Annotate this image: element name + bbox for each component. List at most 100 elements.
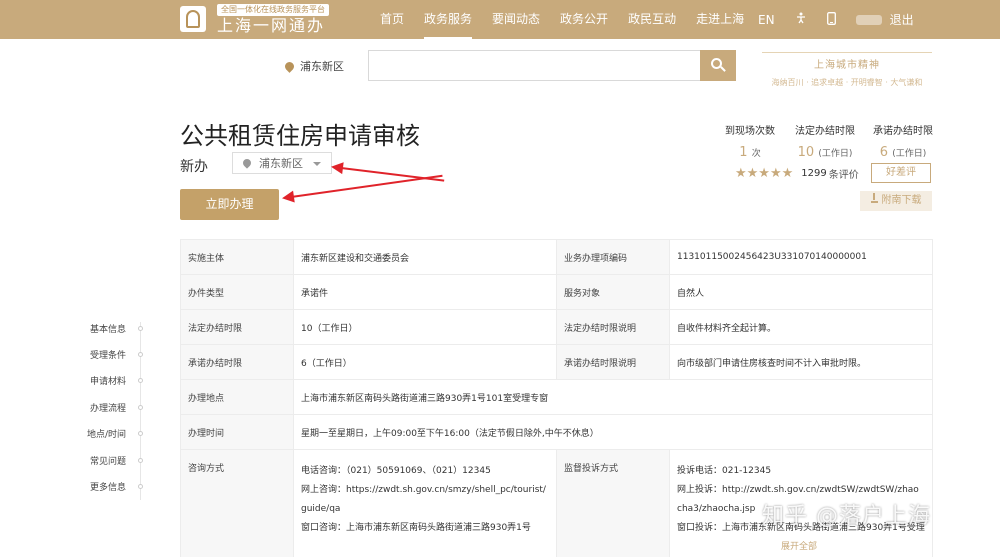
- side-nav-more-info[interactable]: 更多信息: [80, 480, 143, 493]
- service-type-label: 新办: [180, 159, 208, 175]
- table-row: 办件类型 承诺件 服务对象 自然人: [180, 274, 933, 310]
- stat-unit: (工作日): [818, 149, 853, 159]
- page-title: 公共租赁住房申请审核: [180, 122, 420, 150]
- table-row: 办理时间 星期一至星期日，上午09:00至下午16:00（法定节假日除外,中午不…: [180, 414, 933, 450]
- table-value: 10（工作日）: [293, 309, 557, 345]
- chevron-down-icon: [313, 162, 321, 166]
- city-spirit-slogan: 海纳百川 · 追求卓越 · 开明睿智 · 大气谦和: [771, 78, 923, 87]
- side-nav-faq[interactable]: 常见问题: [80, 454, 143, 467]
- side-nav-basic-info[interactable]: 基本信息: [80, 322, 143, 335]
- side-nav-label: 地点/时间: [86, 430, 126, 440]
- search-button[interactable]: [700, 50, 736, 81]
- stat-value: 10: [797, 145, 815, 160]
- location-pin-icon: [241, 157, 253, 169]
- zhihu-watermark: 知乎 @落户上海: [762, 504, 931, 529]
- stat-label: 到现场次数: [725, 126, 775, 137]
- city-spirit-banner: 上海城市精神 海纳百川 · 追求卓越 · 开明睿智 · 大气谦和: [762, 52, 932, 88]
- consult-details: 电话咨询：（021）50591069、（021）12345 网上咨询：https…: [293, 449, 557, 557]
- table-label: 办件类型: [180, 274, 294, 310]
- download-icon: [870, 193, 878, 203]
- table-label: 业务办理项编码: [556, 239, 670, 275]
- table-label: 监督投诉方式: [556, 449, 670, 557]
- table-label: 法定办结时限说明: [556, 309, 670, 345]
- nav-news[interactable]: 要闻动态: [484, 0, 548, 39]
- table-value: 星期一至星期日，上午09:00至下午16:00（法定节假日除外,中午不休息）: [293, 414, 933, 450]
- supervise-line: 投诉电话：021-12345: [677, 466, 772, 476]
- side-nav-label: 更多信息: [89, 483, 126, 493]
- location-label: 浦东新区: [300, 60, 344, 73]
- table-row: 承诺办结时限 6（工作日） 承诺办结时限说明 向市级部门申请住房核查时间不计入审…: [180, 344, 933, 380]
- stat-promised-limit: 承诺办结时限 6 (工作日): [863, 122, 943, 160]
- rating-stars-icon: ★★★★★: [735, 166, 794, 181]
- table-label: 办理地点: [180, 379, 294, 415]
- table-row: 办理地点 上海市浦东新区南码头路街道浦三路930弄1号101室受理专窗: [180, 379, 933, 415]
- stat-unit: (工作日): [892, 149, 927, 159]
- accessibility-icon[interactable]: [795, 12, 807, 27]
- table-value: 向市级部门申请住房核查时间不计入审批时限。: [669, 344, 933, 380]
- table-row: 实施主体 浦东新区建设和交通委员会 业务办理项编码 11310115002456…: [180, 239, 933, 275]
- logo-title[interactable]: 上海一网通办: [217, 16, 325, 36]
- main-nav: 首页 政务服务 要闻动态 政务公开 政民互动 走进上海: [372, 0, 756, 39]
- nav-interaction[interactable]: 政民互动: [620, 0, 684, 39]
- side-nav-rail: [140, 322, 141, 500]
- table-value: 6（工作日）: [293, 344, 557, 380]
- side-nav-process[interactable]: 办理流程: [80, 401, 143, 414]
- attachment-download-button[interactable]: 附南下载: [860, 191, 932, 211]
- consult-line[interactable]: guide/qa: [301, 500, 549, 519]
- side-nav-label: 受理条件: [89, 351, 126, 361]
- search-input[interactable]: [368, 50, 700, 81]
- stat-label: 法定办结时限: [795, 126, 855, 137]
- nav-gov-public[interactable]: 政务公开: [552, 0, 616, 39]
- rating-summary: ★★★★★ 1299 条评价: [735, 166, 859, 181]
- rating-count: 1299: [801, 168, 827, 179]
- location-pin-icon: [283, 59, 296, 73]
- stat-unit: 次: [751, 149, 761, 159]
- table-label: 服务对象: [556, 274, 670, 310]
- side-nav-label: 常见问题: [89, 457, 126, 467]
- district-select[interactable]: 浦东新区: [232, 152, 332, 174]
- top-header: 全国一体化在线政务服务平台 上海一网通办 首页 政务服务 要闻动态 政务公开 政…: [0, 0, 1000, 39]
- expand-all-link[interactable]: 展开全部: [781, 539, 817, 552]
- nav-about-shanghai[interactable]: 走进上海: [688, 0, 752, 39]
- annotation-arrow-district: [332, 166, 445, 182]
- logo-icon[interactable]: [180, 6, 206, 32]
- stat-value: 6: [879, 145, 889, 160]
- location-selector[interactable]: 浦东新区: [283, 58, 344, 74]
- lang-switch[interactable]: EN: [758, 13, 775, 27]
- user-name-blurred[interactable]: [855, 14, 882, 25]
- stat-value: 1: [739, 145, 748, 160]
- consult-line: 电话咨询：（021）50591069、（021）12345: [301, 466, 491, 476]
- side-nav-label: 申请材料: [89, 377, 126, 387]
- table-value: 自然人: [669, 274, 933, 310]
- side-nav-label: 基本信息: [89, 325, 126, 335]
- table-label: 承诺办结时限: [180, 344, 294, 380]
- download-label: 附南下载: [881, 195, 922, 206]
- stat-label: 承诺办结时限: [873, 126, 933, 137]
- stat-legal-limit: 法定办结时限 10 (工作日): [785, 122, 865, 160]
- city-spirit-title: 上海城市精神: [814, 60, 880, 71]
- table-row: 法定办结时限 10（工作日） 法定办结时限说明 自收件材料齐全起计算。: [180, 309, 933, 345]
- table-value: 上海市浦东新区南码头路街道浦三路930弄1号101室受理专窗: [293, 379, 933, 415]
- table-label: 承诺办结时限说明: [556, 344, 670, 380]
- logout-link[interactable]: 退出: [890, 11, 914, 28]
- annotation-arrow-apply: [283, 174, 443, 199]
- good-review-button[interactable]: 好差评: [871, 163, 931, 183]
- table-label: 办理时间: [180, 414, 294, 450]
- nav-home[interactable]: 首页: [372, 0, 412, 39]
- nav-gov-services[interactable]: 政务服务: [416, 0, 480, 39]
- district-value: 浦东新区: [259, 157, 303, 170]
- consult-line[interactable]: 网上咨询：https://zwdt.sh.gov.cn/smzy/shell_p…: [301, 481, 549, 500]
- header-tools: EN 退出: [758, 0, 934, 39]
- side-nav-place-time[interactable]: 地点/时间: [80, 427, 143, 440]
- table-value: 11310115002456423U331070140000001: [669, 239, 933, 275]
- rating-text: 条评价: [828, 170, 859, 181]
- side-nav-materials[interactable]: 申请材料: [80, 374, 143, 387]
- apply-now-button[interactable]: 立即办理: [180, 189, 279, 220]
- stat-visits: 到现场次数 1 次: [710, 122, 790, 160]
- table-value: 承诺件: [293, 274, 557, 310]
- table-label: 咨询方式: [180, 449, 294, 557]
- side-nav-conditions[interactable]: 受理条件: [80, 348, 143, 361]
- mobile-icon[interactable]: [826, 11, 836, 28]
- table-label: 实施主体: [180, 239, 294, 275]
- consult-line: 窗口咨询：上海市浦东新区南码头路街道浦三路930弄1号: [301, 523, 531, 533]
